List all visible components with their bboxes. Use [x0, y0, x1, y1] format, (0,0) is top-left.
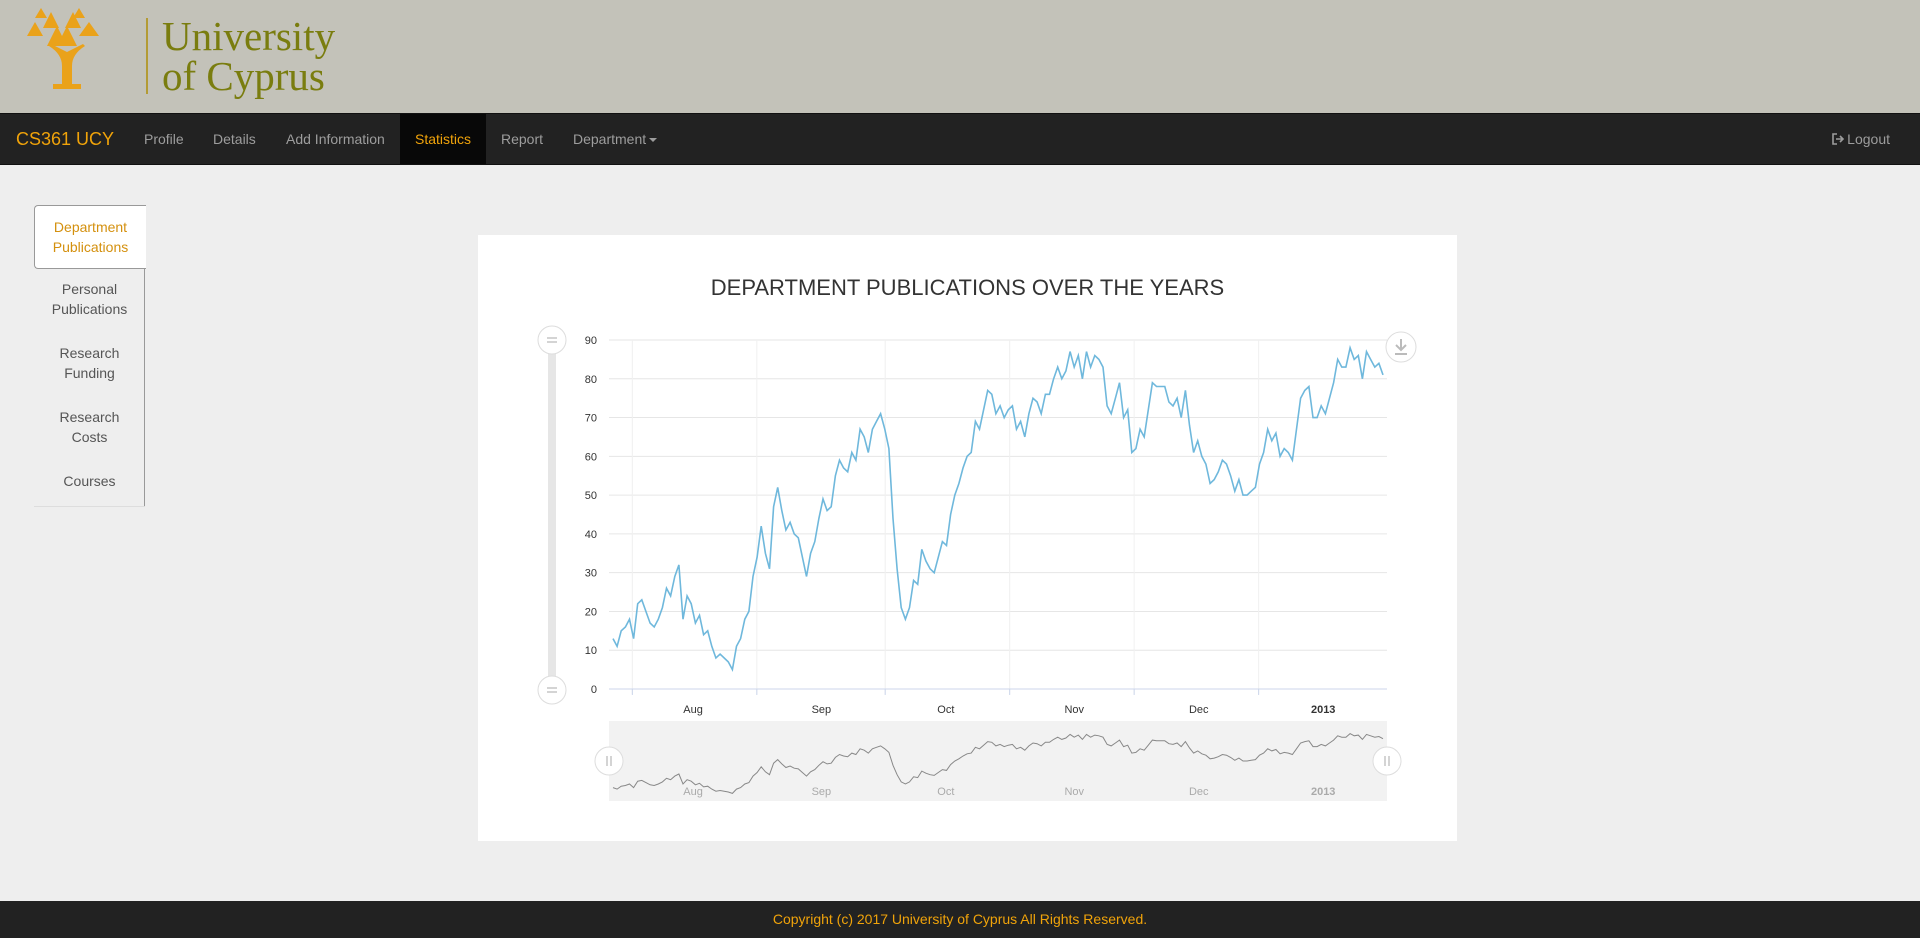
publications-chart: 0102030405060708090 Aug Sep Oct Nov Dec 2013 … [537, 325, 1417, 801]
navigator-label: Sep [812, 786, 832, 798]
navigator-background[interactable] [609, 721, 1387, 801]
main-navbar: CS361 UCY Profile Details Add Informatio… [0, 113, 1920, 165]
y-tick-label: 40 [585, 529, 597, 541]
navigator-label: 2013 [1311, 786, 1335, 798]
tab-personal-publications[interactable]: Personal Publications [34, 279, 145, 319]
tab-label-line2: Funding [64, 365, 115, 381]
y-tick-label: 70 [585, 413, 597, 425]
y-range-handle-bottom[interactable] [537, 675, 567, 705]
tab-research-costs[interactable]: Research Costs [34, 407, 145, 447]
tab-label-line1: Personal [61, 281, 118, 297]
x-tick-label: Oct [937, 704, 954, 716]
footer: Copyright (c) 2017 University of Cyprus … [0, 901, 1920, 938]
tab-research-funding[interactable]: Research Funding [34, 343, 145, 383]
university-logo[interactable]: University of Cyprus [27, 6, 335, 97]
tab-courses[interactable]: Courses [34, 471, 145, 491]
y-range-slider-track[interactable] [548, 340, 556, 690]
download-icon[interactable] [1385, 331, 1417, 363]
tab-department-publications[interactable]: Department Publications [34, 205, 146, 269]
x-tick-label: Sep [812, 704, 832, 716]
x-tick-label: Dec [1189, 704, 1209, 716]
navigator-label: Aug [683, 786, 703, 798]
series-line [612, 344, 1384, 673]
logout-button[interactable]: Logout [1832, 114, 1890, 164]
logo-line2: of Cyprus [162, 53, 325, 99]
tab-label-line1: Courses [63, 473, 116, 489]
logo-text: University of Cyprus [162, 13, 336, 99]
sidebar-divider [34, 506, 145, 507]
nav-statistics[interactable]: Statistics [400, 114, 486, 164]
chart-grid [609, 339, 1387, 694]
navigator-handle-right[interactable] [1372, 746, 1402, 776]
tab-label-line2: Publications [51, 301, 128, 317]
navigator-label: Dec [1189, 786, 1209, 798]
navbar-brand[interactable]: CS361 UCY [16, 114, 114, 164]
nav-details[interactable]: Details [198, 114, 271, 164]
tab-label-line1: Research [59, 345, 120, 361]
y-tick-label: 50 [585, 490, 597, 502]
navigator-label: Oct [937, 786, 954, 798]
x-tick-label: Nov [1064, 704, 1084, 716]
y-tick-label: 10 [585, 645, 597, 657]
logout-label: Logout [1847, 131, 1890, 147]
nav-department-dropdown[interactable]: Department [558, 114, 672, 164]
nav-profile[interactable]: Profile [129, 114, 199, 164]
x-tick-label: 2013 [1311, 704, 1335, 716]
nav-department-label: Department [573, 131, 647, 147]
chart-panel: DEPARTMENT PUBLICATIONS OVER THE YEARS 0… [478, 235, 1457, 841]
logout-icon [1832, 115, 1845, 145]
y-tick-label: 30 [585, 568, 597, 580]
y-axis: 0 10 20 30 40 50 60 70 80 90 [585, 335, 597, 696]
y-tick-label: 80 [585, 374, 597, 386]
x-axis: Aug Sep Oct Nov Dec 2013 [609, 688, 1387, 716]
y-range-handle-top[interactable] [537, 325, 567, 355]
nav-report[interactable]: Report [486, 114, 558, 164]
nav-add-information[interactable]: Add Information [271, 114, 400, 164]
y-tick-label: 20 [585, 606, 597, 618]
caret-down-icon [649, 138, 658, 143]
navigator-handle-left[interactable] [594, 746, 624, 776]
logo-divider [146, 18, 148, 94]
cypress-tree-icon [27, 8, 99, 89]
tab-label-line1: Research [59, 409, 120, 425]
y-tick-label: 0 [591, 684, 597, 696]
y-tick-label: 90 [585, 335, 597, 347]
navigator-label: Nov [1064, 786, 1084, 798]
x-tick-label: Aug [683, 704, 703, 716]
footer-copyright: Copyright (c) 2017 University of Cyprus … [772, 911, 1148, 927]
tab-label-line1: Department [53, 219, 128, 235]
header-banner: University of Cyprus [0, 0, 1920, 113]
y-tick-label: 60 [585, 451, 597, 463]
logo-line1: University [162, 13, 336, 59]
tab-label-line2: Publications [52, 239, 129, 255]
tab-label-line2: Costs [71, 429, 108, 445]
